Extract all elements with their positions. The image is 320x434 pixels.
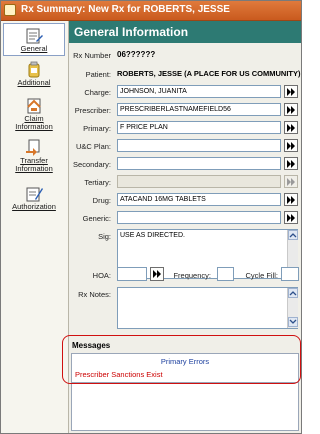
- frequency-label: Frequency:: [173, 271, 211, 280]
- sidebar-item-label-line2: Information: [15, 122, 53, 131]
- hoa-field[interactable]: [117, 267, 147, 281]
- charge-field[interactable]: JOHNSON, JUANITA: [117, 85, 281, 98]
- sidebar-item-label: Additional: [17, 78, 51, 87]
- fast-forward-icon: [287, 160, 295, 168]
- fast-forward-icon: [287, 88, 295, 96]
- sig-label: Sig:: [98, 232, 111, 241]
- sidebar-item-transfer-information[interactable]: Transfer Information: [3, 139, 65, 177]
- fast-forward-icon: [287, 142, 295, 150]
- additional-icon: [28, 61, 40, 78]
- app-icon: [4, 4, 16, 16]
- sidebar-item-label: Authorization: [12, 202, 56, 211]
- frequency-field[interactable]: [217, 267, 234, 281]
- tertiary-label: Tertiary:: [84, 178, 111, 187]
- fast-forward-icon: [287, 214, 295, 222]
- fast-forward-icon: [287, 196, 295, 204]
- scroll-down-button[interactable]: [288, 317, 298, 327]
- rx-number-value: 06??????: [117, 50, 156, 59]
- chevron-up-icon: [289, 233, 297, 238]
- section-header: General Information: [69, 21, 301, 43]
- chevron-down-icon: [289, 319, 297, 324]
- uc-plan-lookup-button[interactable]: [284, 139, 298, 152]
- sidebar-item-claim-information[interactable]: Claim Information: [3, 97, 65, 135]
- secondary-lookup-button[interactable]: [284, 157, 298, 170]
- uc-plan-label: U&C Plan:: [75, 142, 111, 151]
- rx-notes-label: Rx Notes:: [78, 290, 111, 299]
- drug-lookup-button[interactable]: [284, 193, 298, 206]
- authorization-icon: [26, 187, 43, 202]
- primary-lookup-button[interactable]: [284, 121, 298, 134]
- secondary-plan-field[interactable]: [117, 157, 281, 170]
- scroll-up-button[interactable]: [288, 288, 298, 298]
- drug-field[interactable]: ATACAND 16MG TABLETS: [117, 193, 281, 206]
- fast-forward-icon: [287, 106, 295, 114]
- sidebar-item-additional[interactable]: Additional: [3, 61, 65, 91]
- prescriber-field[interactable]: PRESCRIBERLASTNAMEFIELD56: [117, 103, 281, 116]
- hoa-label: HOA:: [92, 271, 111, 280]
- uc-plan-field[interactable]: [117, 139, 281, 152]
- rx-number-label: Rx Number: [73, 51, 111, 60]
- prescriber-label: Prescriber:: [74, 106, 111, 115]
- transfer-icon: [26, 139, 40, 156]
- charge-lookup-button[interactable]: [284, 85, 298, 98]
- patient-label: Patient:: [85, 70, 111, 79]
- sidebar: General Additional Claim Information Tra…: [1, 21, 69, 433]
- window-title: Rx Summary: New Rx for ROBERTS, JESSE: [21, 4, 230, 15]
- fast-forward-icon: [287, 124, 295, 132]
- cycle-fill-field[interactable]: [281, 267, 299, 281]
- patient-value: ROBERTS, JESSE (A PLACE FOR US COMMUNITY…: [117, 69, 301, 78]
- charge-label: Charge:: [84, 88, 111, 97]
- scroll-up-button[interactable]: [288, 230, 298, 240]
- rx-notes-textarea[interactable]: [117, 287, 298, 329]
- primary-label: Primary:: [83, 124, 111, 133]
- fast-forward-icon: [153, 270, 161, 278]
- general-icon: [26, 28, 43, 44]
- generic-label: Generic:: [82, 214, 111, 223]
- sidebar-item-authorization[interactable]: Authorization: [3, 185, 65, 215]
- tertiary-plan-field: [117, 175, 281, 188]
- fast-forward-icon: [287, 178, 295, 186]
- section-title: General Information: [74, 25, 189, 39]
- sidebar-item-label: General: [20, 44, 48, 53]
- title-bar: Rx Summary: New Rx for ROBERTS, JESSE: [1, 1, 301, 21]
- cycle-fill-label: Cycle Fill:: [245, 271, 278, 280]
- sidebar-item-label-line2: Information: [15, 164, 53, 173]
- generic-field[interactable]: [117, 211, 281, 224]
- prescriber-lookup-button[interactable]: [284, 103, 298, 116]
- drug-label: Drug:: [92, 196, 111, 205]
- rx-summary-window: Rx Summary: New Rx for ROBERTS, JESSE Ge…: [0, 0, 302, 434]
- primary-plan-field[interactable]: F PRICE PLAN: [117, 121, 281, 134]
- secondary-label: Secondary:: [73, 160, 111, 169]
- rx-notes-scrollbar[interactable]: [287, 288, 298, 328]
- tertiary-lookup-button: [284, 175, 298, 188]
- claim-icon: [27, 98, 41, 114]
- hoa-lookup-button[interactable]: [150, 267, 164, 281]
- generic-lookup-button[interactable]: [284, 211, 298, 224]
- sidebar-item-general[interactable]: General: [3, 23, 65, 56]
- chevron-up-icon: [289, 291, 297, 296]
- highlight-ring: [62, 335, 301, 384]
